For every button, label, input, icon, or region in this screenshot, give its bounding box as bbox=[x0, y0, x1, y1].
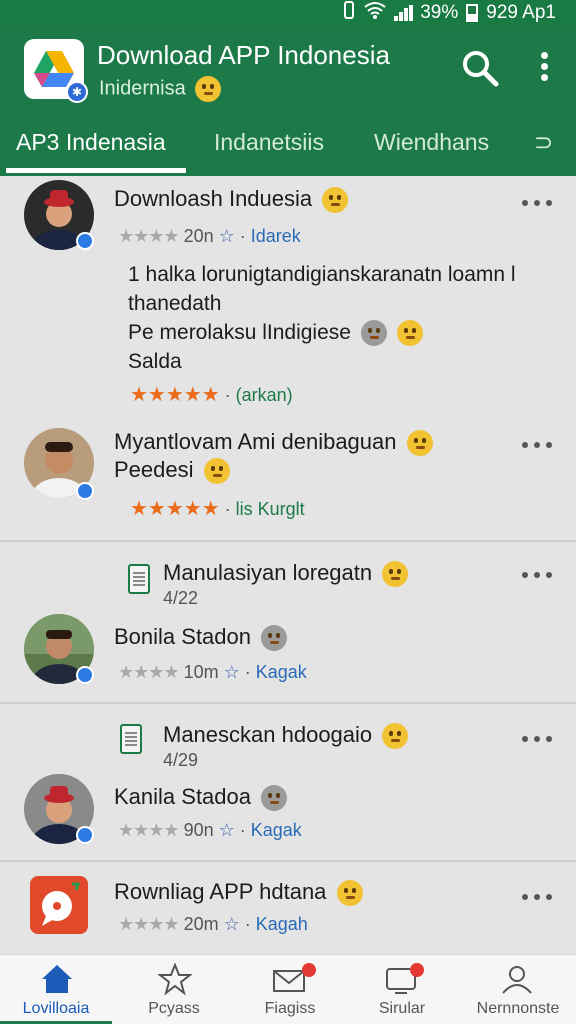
item-body: 1 halka lorunigtandigianskaranatn loamn … bbox=[128, 263, 516, 373]
search-icon bbox=[463, 51, 499, 87]
signal-icon bbox=[394, 5, 414, 21]
home-icon bbox=[42, 965, 72, 993]
item-more-button[interactable] bbox=[522, 442, 552, 452]
star-outline-icon[interactable]: ☆ bbox=[219, 226, 235, 246]
wifi-icon bbox=[364, 1, 386, 25]
post-title: Manulasiyan loregatn bbox=[163, 560, 409, 588]
rating-stars-icon: ★★★★ bbox=[118, 226, 180, 246]
tab-indanetsiis[interactable]: Indanetsiis bbox=[214, 122, 324, 176]
mail-icon bbox=[273, 970, 305, 992]
app-subtitle: Inidernisa bbox=[99, 76, 222, 102]
item-meta: ★★★★ 90n ☆ · Kagak bbox=[118, 820, 302, 840]
divider bbox=[0, 702, 576, 704]
item-name: Bonila Stadon bbox=[114, 624, 288, 652]
item-tag-link[interactable]: Idarek bbox=[251, 226, 301, 246]
star-outline-icon[interactable]: ☆ bbox=[224, 914, 240, 934]
nav-profile[interactable]: Nernnonste bbox=[460, 955, 576, 1024]
item-meta: ★★★★ 20m ☆ · Kagah bbox=[118, 914, 308, 934]
chat-bubble-icon bbox=[42, 882, 81, 926]
star-icon bbox=[158, 963, 192, 995]
verified-badge-icon bbox=[76, 666, 94, 684]
app-subtitle-text: Inidernisa bbox=[99, 77, 186, 100]
notification-dot-icon bbox=[410, 963, 424, 977]
item-name: Rownliag APP hdtana bbox=[114, 879, 363, 907]
thinking-emoji-icon bbox=[322, 187, 349, 214]
search-button[interactable] bbox=[460, 48, 500, 88]
vibrate-icon bbox=[342, 1, 356, 25]
verified-badge-icon bbox=[76, 826, 94, 844]
rating-stars-icon: ★★★★ bbox=[118, 914, 180, 934]
item-more-button[interactable] bbox=[522, 894, 552, 904]
settings-badge-icon: ✱ bbox=[66, 81, 88, 103]
neutral-emoji-icon bbox=[261, 785, 288, 812]
nav-similar[interactable]: Sirular bbox=[346, 955, 458, 1024]
item-name-line2: Peedesi bbox=[114, 457, 230, 485]
app-title: Download APP Indonesia bbox=[97, 40, 390, 70]
item-tag-link[interactable]: Kagah bbox=[256, 914, 308, 934]
bottom-navigation: Lovilloaia Pcyass Fiagiss Sirular Nernno… bbox=[0, 954, 576, 1024]
item-rating: ★★★★★ · (arkan) bbox=[130, 384, 293, 406]
item-more-button[interactable] bbox=[522, 736, 552, 746]
nav-home[interactable]: Lovilloaia bbox=[0, 955, 112, 1024]
status-bar: 39% 929 Ap1 bbox=[0, 0, 576, 26]
nav-messages[interactable]: Fiagiss bbox=[234, 955, 346, 1024]
star-outline-icon[interactable]: ☆ bbox=[219, 820, 235, 840]
verified-badge-icon bbox=[76, 232, 94, 250]
item-tag-link[interactable]: Kagak bbox=[256, 662, 307, 682]
post-date: 4/29 bbox=[163, 750, 199, 770]
tab-wiendhans[interactable]: Wiendhans bbox=[374, 122, 489, 176]
document-icon bbox=[120, 724, 142, 754]
item-name: Myantlovam Ami denibaguan bbox=[114, 429, 433, 457]
star-outline-icon[interactable]: ☆ bbox=[224, 662, 240, 682]
active-tab-indicator bbox=[6, 168, 186, 173]
app-logo: ✱ bbox=[24, 39, 88, 103]
person-icon bbox=[502, 966, 532, 994]
thinking-emoji-icon bbox=[336, 880, 363, 907]
thinking-emoji-icon bbox=[203, 458, 230, 485]
app-bar: ✱ Download APP Indonesia Inidernisa AP3 … bbox=[0, 26, 576, 176]
rating-stars-icon: ★★★★★ bbox=[130, 498, 220, 520]
rating-stars-icon: ★★★★★ bbox=[130, 384, 220, 406]
item-more-button[interactable] bbox=[522, 572, 552, 582]
tab-bar: AP3 Indenasia Indanetsiis Wiendhans ⊃ bbox=[0, 122, 576, 176]
item-name: Downloash Induesia bbox=[114, 186, 349, 214]
item-more-button[interactable] bbox=[522, 200, 552, 210]
divider bbox=[0, 860, 576, 862]
neutral-emoji-icon bbox=[261, 625, 288, 652]
thinking-emoji-icon bbox=[396, 320, 423, 347]
verified-badge-icon bbox=[76, 482, 94, 500]
item-meta: ★★★★ 20n ☆ · Idarek bbox=[118, 226, 301, 246]
thinking-emoji-icon bbox=[406, 430, 433, 457]
rating-stars-icon: ★★★★ bbox=[118, 820, 180, 840]
post-title: Manesckan hdoogaio bbox=[163, 722, 409, 750]
item-rating: ★★★★★ · lis Kurglt bbox=[130, 498, 305, 520]
overflow-menu-button[interactable] bbox=[530, 48, 558, 88]
nav-favorites[interactable]: Pcyass bbox=[118, 955, 230, 1024]
post-date: 4/22 bbox=[163, 588, 199, 608]
battery-icon bbox=[466, 4, 479, 22]
item-name: Kanila Stadoa bbox=[114, 784, 288, 812]
document-icon bbox=[128, 564, 150, 594]
app-icon[interactable] bbox=[30, 876, 88, 934]
rating-stars-icon: ★★★★ bbox=[118, 662, 180, 682]
thinking-emoji-icon bbox=[195, 76, 222, 102]
item-tag-link[interactable]: Kagak bbox=[251, 820, 302, 840]
tab-more[interactable]: ⊃ bbox=[534, 122, 553, 176]
notification-dot-icon bbox=[302, 963, 316, 977]
thinking-emoji-icon bbox=[382, 561, 409, 588]
neutral-emoji-icon bbox=[360, 320, 387, 347]
divider bbox=[0, 540, 576, 542]
item-meta: ★★★★ 10m ☆ · Kagak bbox=[118, 662, 307, 682]
battery-percent: 39% bbox=[420, 2, 459, 23]
thinking-emoji-icon bbox=[382, 723, 409, 750]
feed-list[interactable]: Downloash Induesia ★★★★ 20n ☆ · Idarek 1… bbox=[0, 176, 576, 954]
clock: 929 Ap1 bbox=[486, 2, 556, 23]
